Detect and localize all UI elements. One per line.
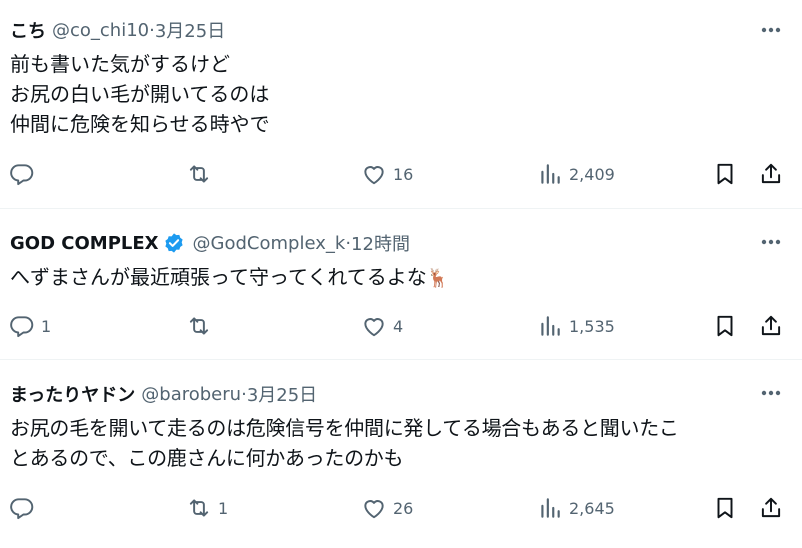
tweet-header: GOD COMPLEX @GodComplex_k · 12時間 — [10, 230, 410, 256]
bookmark-icon — [717, 497, 733, 519]
timestamp[interactable]: 12時間 — [351, 230, 410, 256]
tweet-text: お尻の毛を開いて走るのは危険信号を仲間に発してる場合もあると聞いたこ とあるので… — [10, 413, 790, 473]
tweet-text-line: お尻の白い毛が開いてるのは — [10, 82, 270, 106]
retweet-button[interactable] — [186, 158, 218, 190]
timestamp[interactable]: 3月25日 — [155, 17, 225, 43]
author-handle[interactable]: @co_chi10 — [52, 20, 149, 41]
retweet-button[interactable]: 1 — [186, 492, 228, 524]
reply-icon — [10, 498, 34, 520]
tweet-text: 前も書いた気がするけど お尻の白い毛が開いてるのは 仲間に危険を知らせる時やで — [10, 49, 790, 139]
tweet-text: へずまさんが最近頑張って守ってくれてるよな🦌 — [10, 262, 790, 294]
more-icon[interactable] — [758, 383, 784, 403]
reply-icon — [10, 316, 34, 338]
tweet-text-line: 前も書いた気がするけど — [10, 52, 230, 76]
action-bar: 1 26 2,645 — [0, 492, 802, 524]
reply-button[interactable]: 1 — [9, 310, 51, 342]
retweet-count: 1 — [218, 498, 229, 518]
action-bar: 1 4 1,535 — [0, 310, 802, 342]
like-count: 26 — [393, 498, 414, 518]
retweet-icon — [189, 317, 209, 335]
view-count: 1,535 — [569, 316, 615, 336]
action-bar: 16 2,409 — [0, 158, 802, 190]
tweet-text-line: とあるので、この鹿さんに何かあったのかも — [10, 446, 404, 470]
tweet-text-line: へずまさんが最近頑張って守ってくれてるよな🦌 — [10, 262, 790, 294]
views-icon — [541, 316, 560, 336]
like-icon — [364, 318, 384, 337]
verified-badge-icon — [164, 233, 183, 253]
share-icon — [761, 315, 781, 336]
bookmark-icon — [717, 163, 733, 185]
reply-count: 1 — [41, 316, 52, 336]
like-button[interactable]: 4 — [361, 310, 403, 342]
bookmark-icon — [717, 315, 733, 337]
author-name[interactable]: GOD COMPLEX — [10, 233, 159, 254]
like-icon — [364, 166, 384, 185]
timestamp[interactable]: 3月25日 — [247, 381, 317, 407]
share-button[interactable] — [758, 158, 784, 190]
author-handle[interactable]: @baroberu — [141, 384, 241, 405]
more-icon[interactable] — [758, 20, 784, 40]
share-icon — [761, 497, 781, 518]
author-name[interactable]: こち — [10, 17, 46, 43]
tweet-text-line: お尻の毛を開いて走るのは危険信号を仲間に発してる場合もあると聞いたこ — [10, 416, 679, 440]
views-icon — [541, 164, 560, 184]
share-button[interactable] — [758, 492, 784, 524]
tweet-header: こち @co_chi10 · 3月25日 — [10, 17, 225, 43]
view-count: 2,409 — [569, 164, 615, 184]
tweet-text-content: へずまさんが最近頑張って守ってくれてるよな — [10, 265, 427, 289]
like-count: 4 — [393, 316, 404, 336]
share-button[interactable] — [758, 310, 784, 342]
views-button[interactable]: 2,409 — [537, 158, 615, 190]
reply-button[interactable] — [9, 492, 41, 524]
view-count: 2,645 — [569, 498, 615, 518]
retweet-icon — [189, 165, 209, 183]
share-icon — [761, 163, 781, 184]
bookmark-button[interactable] — [712, 158, 738, 190]
views-button[interactable]: 1,535 — [537, 310, 615, 342]
views-icon — [541, 498, 560, 518]
like-count: 16 — [393, 164, 414, 184]
tweet-3[interactable]: まったりヤドン @baroberu · 3月25日 お尻の毛を開いて走るのは危険… — [0, 360, 802, 548]
reply-button[interactable] — [9, 158, 41, 190]
tweet-text-line: 仲間に危険を知らせる時やで — [10, 112, 270, 136]
like-button[interactable]: 26 — [361, 492, 413, 524]
author-handle[interactable]: @GodComplex_k — [193, 233, 346, 254]
deer-emoji: 🦌 — [426, 268, 450, 289]
retweet-button[interactable] — [186, 310, 218, 342]
views-button[interactable]: 2,645 — [537, 492, 615, 524]
bookmark-button[interactable] — [712, 492, 738, 524]
tweet-header: まったりヤドン @baroberu · 3月25日 — [10, 381, 317, 407]
like-icon — [364, 500, 384, 519]
author-name[interactable]: まったりヤドン — [10, 381, 135, 407]
like-button[interactable]: 16 — [361, 158, 413, 190]
retweet-icon — [189, 499, 209, 517]
more-icon[interactable] — [758, 232, 784, 252]
reply-icon — [10, 164, 34, 186]
bookmark-button[interactable] — [712, 310, 738, 342]
tweet-1[interactable]: こち @co_chi10 · 3月25日 前も書いた気がするけど お尻の白い毛が… — [0, 0, 802, 208]
tweet-2[interactable]: GOD COMPLEX @GodComplex_k · 12時間 へずまさんが最… — [0, 209, 802, 359]
